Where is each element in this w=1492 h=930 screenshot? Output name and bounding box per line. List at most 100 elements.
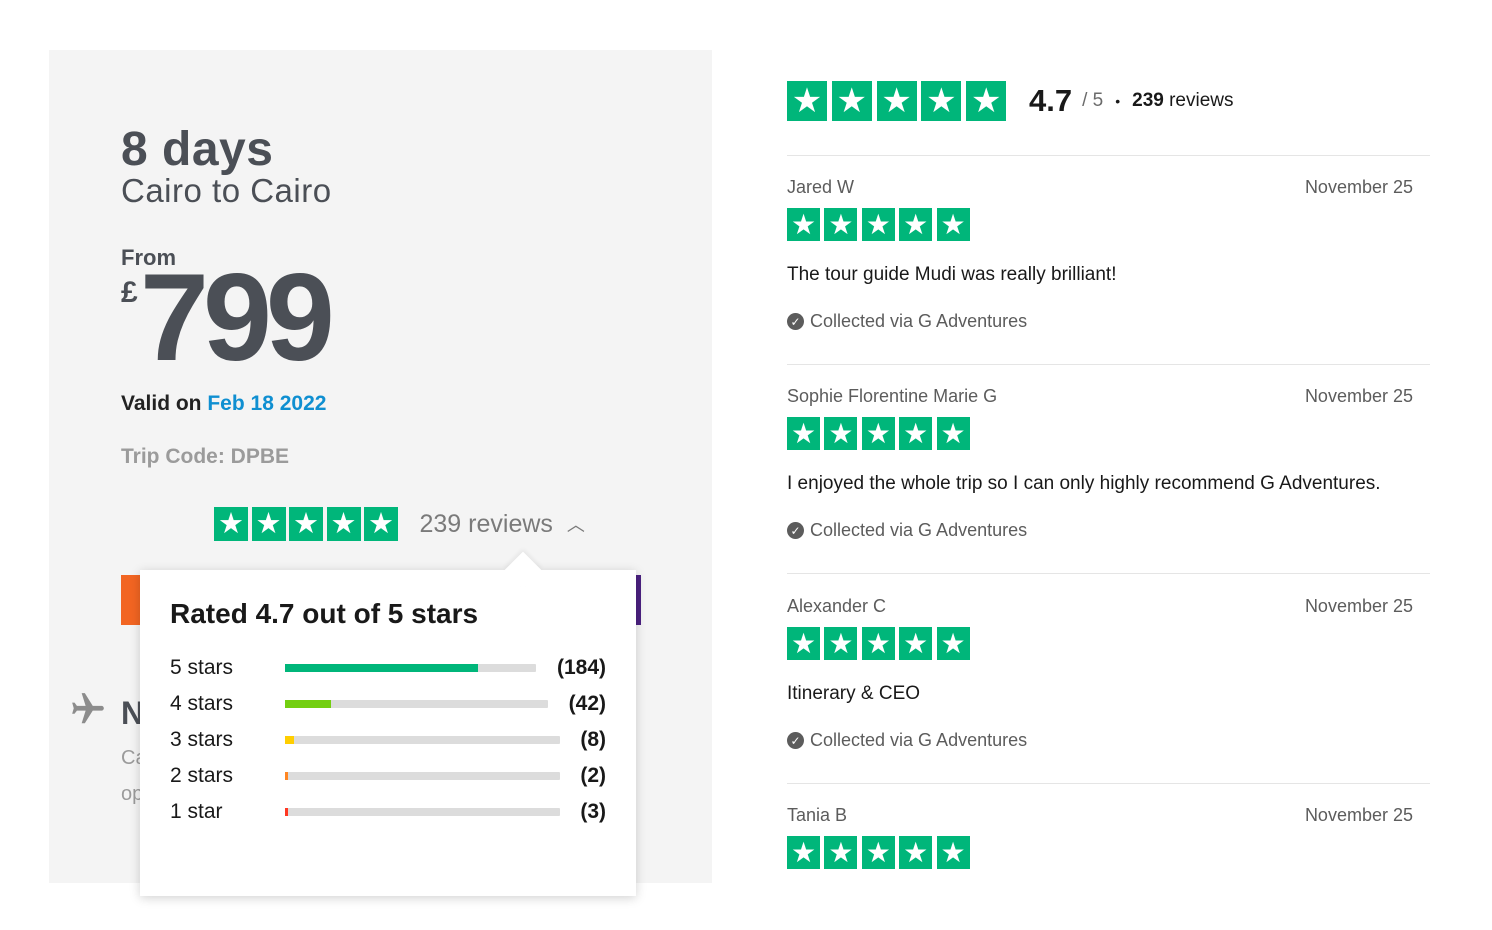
- divider: [787, 155, 1430, 156]
- star-icon: ★: [824, 627, 858, 660]
- rating-row-count: (184): [556, 656, 606, 679]
- star-icon: ★: [861, 417, 895, 450]
- star-icon: ★: [289, 507, 323, 541]
- review-text: Itinerary & CEO: [787, 683, 921, 704]
- star-icon: ★: [824, 208, 858, 241]
- rating-row-1[interactable]: 1 star (3): [170, 797, 606, 827]
- divider: [787, 783, 1430, 784]
- valid-date-line: Valid on Feb 18 2022: [121, 392, 326, 416]
- review-source: ✓ Collected via G Adventures: [787, 730, 1027, 751]
- review-text: I enjoyed the whole trip so I can only h…: [787, 473, 1381, 494]
- trip-route: Cairo to Cairo: [121, 172, 332, 209]
- star-icon: ★: [326, 507, 361, 541]
- review-star-rating: ★ ★ ★ ★ ★: [787, 627, 974, 660]
- review-card: Sophie Florentine Marie G November 25 ★ …: [787, 386, 1413, 556]
- rating-row-count: (42): [568, 692, 606, 715]
- review-star-rating: ★ ★ ★ ★ ★: [787, 208, 974, 241]
- rating-row-label: 3 stars: [170, 728, 234, 751]
- star-icon: ★: [899, 208, 933, 241]
- star-icon: ★: [214, 507, 248, 541]
- review-card: Tania B November 25 ★ ★ ★ ★ ★: [787, 805, 1413, 885]
- rating-bar-fill: [285, 808, 289, 816]
- chevron-up-icon[interactable]: ︿: [567, 511, 585, 537]
- star-icon: ★: [966, 81, 1007, 121]
- check-circle-icon: ✓: [787, 732, 804, 749]
- review-source: ✓ Collected via G Adventures: [787, 311, 1027, 332]
- review-author[interactable]: Jared W: [787, 177, 854, 198]
- popover-title: Rated 4.7 out of 5 stars: [170, 598, 479, 629]
- card-star-rating: ★ ★ ★ ★ ★: [214, 507, 402, 541]
- review-author[interactable]: Tania B: [787, 805, 847, 826]
- rating-bar-fill: [285, 664, 478, 672]
- star-icon: ★: [921, 81, 962, 121]
- review-author[interactable]: Sophie Florentine Marie G: [787, 386, 997, 407]
- review-card: Jared W November 25 ★ ★ ★ ★ ★ The tour g…: [787, 177, 1413, 347]
- star-icon: ★: [787, 627, 820, 660]
- valid-prefix: Valid on: [121, 392, 202, 415]
- price-currency: £: [121, 276, 138, 309]
- rating-summary: ★ ★ ★ ★ ★ 4.7 / 5 • 239 reviews: [787, 81, 1234, 121]
- star-icon: ★: [936, 208, 970, 241]
- card-rating-toggle[interactable]: ★ ★ ★ ★ ★ 239 reviews ︿: [214, 507, 585, 541]
- summary-review-count[interactable]: 239 reviews: [1132, 90, 1233, 112]
- review-source: ✓ Collected via G Adventures: [787, 520, 1027, 541]
- summary-score: 4.7: [1028, 83, 1073, 118]
- review-star-rating: ★ ★ ★ ★ ★: [787, 836, 974, 869]
- star-icon: ★: [824, 836, 858, 869]
- star-icon: ★: [251, 507, 286, 541]
- star-icon: ★: [861, 208, 895, 241]
- book-button-edge[interactable]: [121, 575, 141, 625]
- review-text: The tour guide Mudi was really brilliant…: [787, 264, 1117, 285]
- star-icon: ★: [861, 627, 895, 660]
- plane-icon: [72, 693, 104, 724]
- rating-bar-fill: [285, 772, 288, 780]
- trip-duration: 8 days: [121, 123, 274, 176]
- star-icon: ★: [899, 417, 933, 450]
- check-circle-icon: ✓: [787, 313, 804, 330]
- rating-bar-fill: [285, 700, 332, 708]
- summary-star-rating: ★ ★ ★ ★ ★: [787, 81, 1011, 121]
- review-source-label: Collected via G Adventures: [810, 311, 1028, 331]
- summary-review-number: 239: [1132, 90, 1164, 111]
- star-icon: ★: [876, 81, 917, 121]
- rating-row-count: (2): [580, 764, 606, 787]
- rating-row-count: (8): [580, 728, 606, 751]
- rating-row-count: (3): [580, 800, 606, 823]
- rating-row-label: 4 stars: [170, 692, 234, 715]
- star-icon: ★: [936, 836, 970, 869]
- rating-row-2[interactable]: 2 stars (2): [170, 761, 606, 791]
- star-icon: ★: [787, 836, 820, 869]
- rating-row-3[interactable]: 3 stars (8): [170, 725, 606, 755]
- valid-date-link[interactable]: Feb 18 2022: [207, 392, 326, 415]
- rating-row-4[interactable]: 4 stars (42): [170, 689, 606, 719]
- summary-review-word: reviews: [1169, 90, 1234, 111]
- divider: [787, 573, 1430, 574]
- card-review-count[interactable]: 239 reviews: [420, 510, 553, 539]
- rating-row-label: 5 stars: [170, 656, 234, 679]
- star-icon: ★: [861, 836, 895, 869]
- rating-row-5[interactable]: 5 stars (184): [170, 653, 606, 683]
- rating-row-label: 2 stars: [170, 764, 234, 787]
- star-icon: ★: [936, 627, 970, 660]
- price-amount: 799: [140, 249, 335, 387]
- star-icon: ★: [899, 627, 933, 660]
- rating-row-label: 1 star: [170, 800, 223, 823]
- star-icon: ★: [899, 836, 933, 869]
- review-date: November 25: [1304, 177, 1413, 197]
- review-card: Alexander C November 25 ★ ★ ★ ★ ★ Itiner…: [787, 596, 1413, 766]
- rating-bar-track: [285, 808, 560, 816]
- rating-popover: Rated 4.7 out of 5 stars 5 stars (184) 4…: [140, 551, 636, 896]
- trip-code: Trip Code: DPBE: [121, 445, 290, 468]
- review-author[interactable]: Alexander C: [787, 596, 886, 617]
- star-icon: ★: [787, 208, 820, 241]
- review-source-label: Collected via G Adventures: [810, 520, 1028, 540]
- rating-bar-track: [285, 700, 548, 708]
- summary-separator: •: [1115, 93, 1121, 109]
- star-icon: ★: [824, 417, 858, 450]
- review-date: November 25: [1304, 596, 1413, 616]
- star-icon: ★: [787, 417, 820, 450]
- summary-out-of: / 5: [1082, 90, 1104, 111]
- star-icon: ★: [787, 81, 827, 121]
- divider: [787, 364, 1430, 365]
- star-icon: ★: [364, 507, 398, 541]
